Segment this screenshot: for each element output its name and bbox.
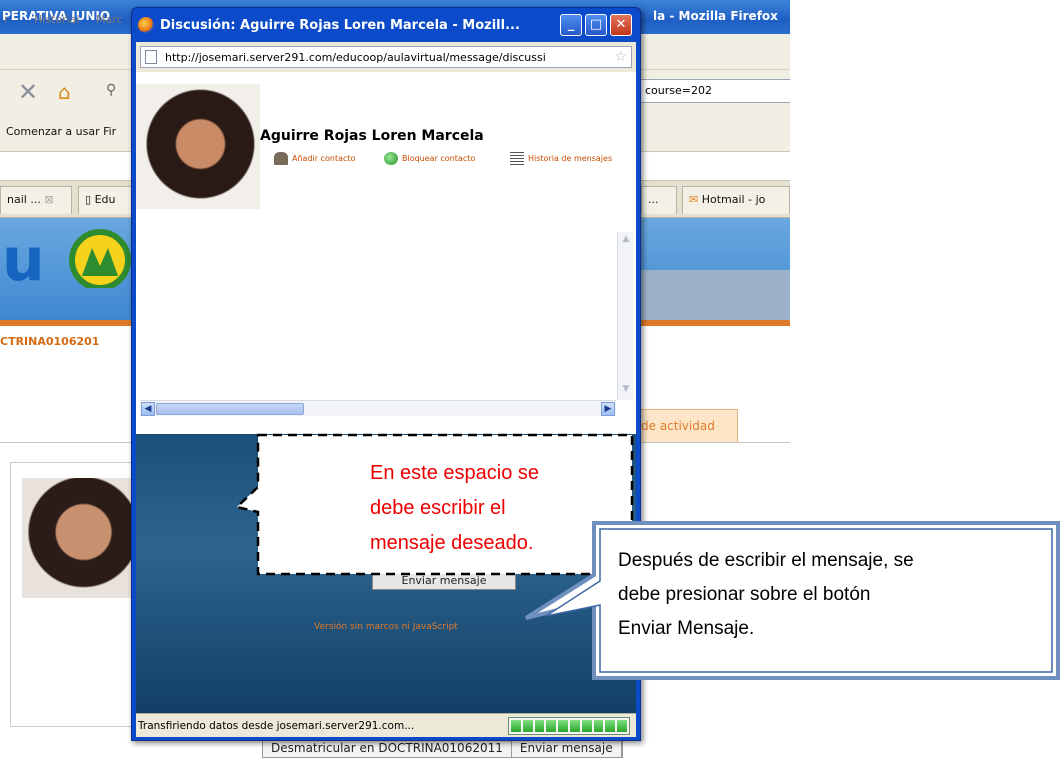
instruction-note: Después de escribir el mensaje, se debe … (618, 544, 1038, 646)
background-title-right: la - Mozilla Firefox (653, 9, 778, 23)
vertical-scrollbar[interactable]: ▲ ▼ (617, 232, 633, 400)
popup-title: Discusión: Aguirre Rojas Loren Marcela -… (160, 17, 520, 33)
menu-item-partial[interactable]: r (4, 13, 9, 26)
firefox-icon (138, 17, 154, 33)
tab-close-icon[interactable]: ⊠ (44, 193, 53, 206)
menu-item-marcadores[interactable]: Marc (96, 13, 123, 26)
banner-shape (640, 270, 790, 320)
close-button[interactable]: ✕ (610, 14, 632, 36)
tab-label: Hotmail - jo (701, 193, 766, 206)
page-icon (145, 50, 157, 64)
green-circle-icon (384, 152, 398, 165)
site-logo: u (2, 228, 131, 288)
maximize-button[interactable]: □ (585, 14, 607, 36)
popup-url-field[interactable]: http://josemari.server291.com/educoop/au… (140, 46, 632, 68)
scroll-down-icon[interactable]: ▼ (619, 384, 633, 398)
tool-icon[interactable]: ⚲ (106, 82, 116, 98)
tab-mail[interactable]: nail ... ⊠ (0, 186, 72, 214)
home-icon[interactable]: ⌂ (58, 80, 71, 104)
popup-titlebar: Discusión: Aguirre Rojas Loren Marcela -… (138, 8, 558, 42)
tab-activity[interactable]: de actividad (636, 409, 738, 443)
progress-bar (508, 717, 630, 735)
tab-partial[interactable]: ... (641, 186, 677, 214)
scroll-up-icon[interactable]: ▲ (619, 234, 633, 248)
status-text: Transfiriendo datos desde josemari.serve… (138, 719, 415, 732)
scroll-thumb[interactable] (156, 403, 304, 415)
popup-address-bar: http://josemari.server291.com/educoop/au… (136, 42, 636, 72)
profile-photo (22, 478, 134, 598)
contact-name: Aguirre Rojas Loren Marcela (260, 128, 484, 144)
mail-icon: ✉ (689, 193, 699, 206)
tab-hotmail[interactable]: ✉ Hotmail - jo (682, 186, 790, 214)
list-icon (510, 152, 524, 165)
person-icon (274, 152, 288, 165)
tab-label: nail ... (7, 193, 41, 206)
tab-edu[interactable]: ▯ Edu (78, 186, 132, 214)
note-line: Después de escribir el mensaje, se (618, 550, 914, 571)
note-line: debe presionar sobre el botón (618, 584, 871, 605)
bookmark-getting-started[interactable]: Comenzar a usar Fir (6, 125, 116, 138)
course-code: CTRINA0106201 (0, 335, 100, 348)
horizontal-scrollbar[interactable]: ◀ ▶ (140, 400, 616, 416)
message-history-label: Historia de mensajes (528, 154, 613, 163)
svg-text:u: u (2, 228, 45, 288)
page-icon: ▯ (85, 193, 92, 206)
contact-photo (136, 84, 260, 209)
scroll-right-icon[interactable]: ▶ (601, 402, 615, 416)
popup-content: Aguirre Rojas Loren Marcela Añadir conta… (136, 72, 636, 434)
add-contact-label: Añadir contacto (292, 154, 356, 163)
note-line: Enviar Mensaje. (618, 618, 755, 639)
minimize-button[interactable]: _ (560, 14, 582, 36)
background-url-field[interactable]: course=202 (640, 79, 790, 103)
stop-icon[interactable]: ✕ (18, 78, 38, 106)
add-contact-link[interactable]: Añadir contacto (274, 152, 355, 165)
message-history-link[interactable]: Historia de mensajes (510, 152, 612, 165)
status-bar: Transfiriendo datos desde josemari.serve… (136, 713, 636, 737)
popup-url-text: http://josemari.server291.com/educoop/au… (165, 50, 546, 64)
menu-item-historial[interactable]: Historial (34, 13, 79, 26)
tab-label: ... (648, 193, 659, 206)
block-contact-link[interactable]: Bloquear contacto (384, 152, 475, 165)
scroll-left-icon[interactable]: ◀ (141, 402, 155, 416)
block-contact-label: Bloquear contacto (402, 154, 476, 163)
star-icon[interactable]: ☆ (614, 49, 627, 65)
tab-label: Edu (94, 193, 116, 206)
